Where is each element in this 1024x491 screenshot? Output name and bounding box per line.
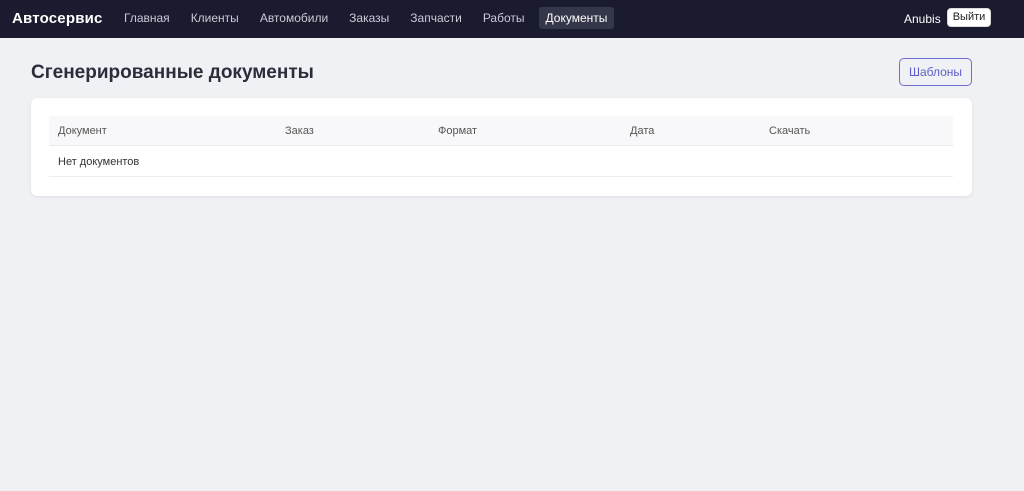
column-header-format: Формат (438, 125, 478, 137)
column-header-download: Скачать (769, 125, 811, 137)
logout-button[interactable]: Выйти (947, 8, 991, 27)
nav-link-parts[interactable]: Запчасти (403, 7, 469, 29)
nav-link-cars[interactable]: Автомобили (253, 7, 335, 29)
brand-logo[interactable]: Автосервис (12, 10, 103, 27)
column-header-order: Заказ (285, 125, 314, 137)
page-title: Сгенерированные документы (31, 62, 314, 83)
nav-link-orders[interactable]: Заказы (342, 7, 396, 29)
column-header-document: Документ (58, 125, 107, 137)
table-row-empty: Нет документов (49, 146, 953, 177)
documents-card: Документ Заказ Формат Дата Скачать Нет д… (31, 98, 972, 196)
nav-link-works[interactable]: Работы (476, 7, 532, 29)
nav-link-documents[interactable]: Документы (538, 7, 615, 29)
column-header-date: Дата (630, 125, 655, 137)
nav-link-clients[interactable]: Клиенты (184, 7, 246, 29)
empty-table-message: Нет документов (58, 156, 140, 168)
top-navbar: Автосервис Главная Клиенты Автомобили За… (0, 0, 1024, 38)
current-user-name: Anubis (904, 12, 941, 26)
nav-link-home[interactable]: Главная (117, 7, 177, 29)
documents-table: Документ Заказ Формат Дата Скачать Нет д… (49, 116, 953, 177)
templates-button[interactable]: Шаблоны (899, 58, 972, 86)
main-nav: Главная Клиенты Автомобили Заказы Запчас… (117, 7, 621, 29)
table-header: Документ Заказ Формат Дата Скачать (49, 116, 953, 146)
